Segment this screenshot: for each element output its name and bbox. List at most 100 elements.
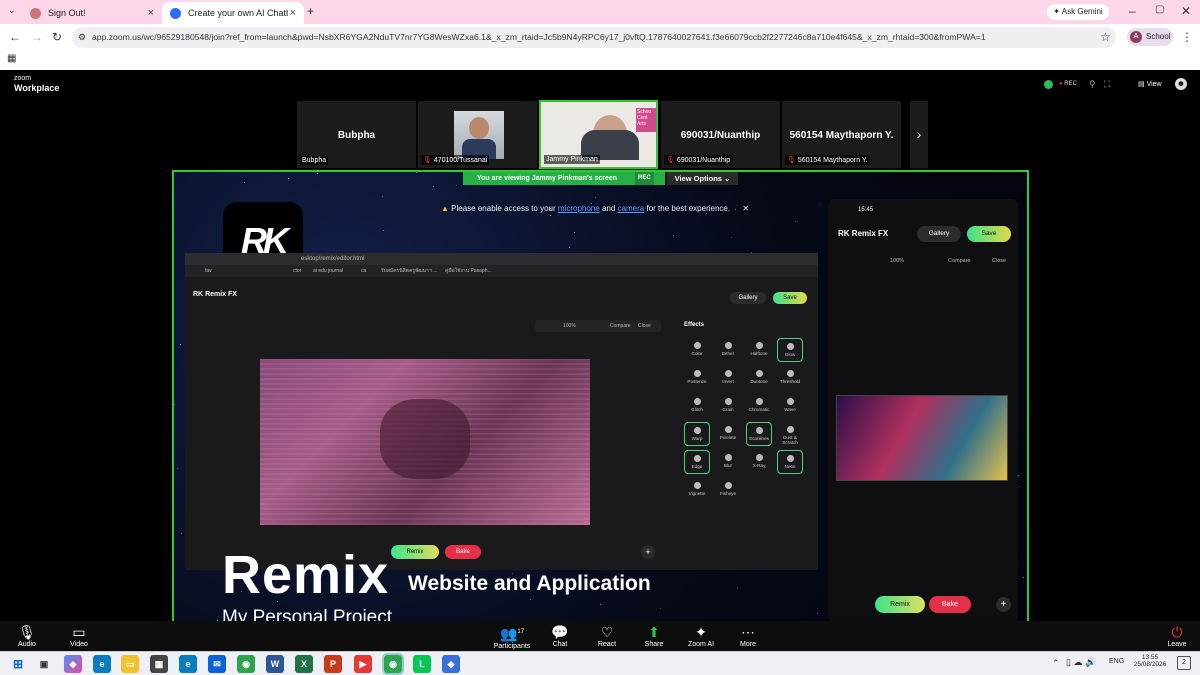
participant-tile[interactable]: 690031/Nuanthip 🎙 690031/Nuanthip [661, 101, 780, 168]
camera-link[interactable]: camera [618, 204, 645, 213]
participants-button[interactable]: 👥17 Participants [487, 624, 537, 650]
apps-grid-icon[interactable]: ▦ [7, 54, 16, 64]
bake-button[interactable]: Bake [445, 545, 481, 559]
signal-icon[interactable]: ⚲ [1089, 79, 1096, 90]
view-button[interactable]: ▤ View [1138, 80, 1162, 88]
maximize-icon[interactable]: ▢ [1155, 5, 1164, 15]
phone-bake-button[interactable]: Bake [929, 596, 971, 613]
effect-glow[interactable]: Glow [777, 338, 803, 362]
new-tab-icon[interactable]: + [307, 5, 314, 17]
user-avatar[interactable]: ☻ [1175, 78, 1187, 90]
powerpoint-icon[interactable]: P [324, 655, 342, 673]
chrome-icon[interactable]: ◉ [237, 655, 255, 673]
app-drop-icon[interactable]: ◆ [442, 655, 460, 673]
bookmark[interactable]: ai edu journal [313, 265, 343, 277]
next-page-chevron-icon[interactable]: › [910, 101, 928, 168]
url-input[interactable]: ⚙ app.zoom.us/wc/96529180548/join?ref_fr… [72, 27, 1116, 48]
back-icon[interactable]: ← [9, 31, 21, 43]
ask-gemini-button[interactable]: ✦ Ask Gemini [1047, 4, 1109, 20]
phone-add-icon[interactable]: + [996, 597, 1011, 612]
edge-icon[interactable]: e [93, 655, 111, 673]
word-icon[interactable]: W [266, 655, 284, 673]
remix-button[interactable]: Remix [391, 545, 439, 559]
effect-scanlines[interactable]: Scanlines [746, 422, 772, 446]
bookmark[interactable]: คู่มือใช้งาน Pasaph... [445, 265, 492, 277]
phone-save-button[interactable]: Save [967, 226, 1011, 242]
more-button[interactable]: ⋯ More [723, 624, 773, 648]
profile-button[interactable]: A School [1127, 28, 1173, 46]
participant-tile-active[interactable]: Schoo Cent Arts Jammy Pinkman [539, 100, 658, 169]
zoom-ai-button[interactable]: ✦ Zoom AI [676, 624, 726, 648]
view-options-button[interactable]: View Options ⌄ [667, 172, 738, 185]
minimize-icon[interactable]: – [1129, 5, 1136, 17]
participant-tile[interactable]: 🎙 470100/Tussanai [418, 101, 537, 168]
effect-vignette[interactable]: Vignette [684, 478, 710, 502]
phone-compare-button[interactable]: Compare [948, 258, 971, 264]
effect-invert[interactable]: Invert [715, 366, 741, 390]
add-icon[interactable]: + [641, 545, 655, 559]
tab-search-icon[interactable]: ⌄ [8, 6, 16, 15]
youtube-icon[interactable]: ▶ [354, 655, 372, 673]
phone-close-button[interactable]: Close [992, 258, 1006, 264]
effect-grain[interactable]: Grain [715, 394, 741, 418]
effect-halftone[interactable]: Halftone [746, 338, 772, 362]
gallery-button[interactable]: Gallery [730, 292, 766, 304]
copilot-icon[interactable]: ◆ [64, 655, 82, 673]
tab-create-chatbot[interactable]: Create your own AI Chatbo × [162, 2, 304, 24]
effect-x-ray[interactable]: X-Ray [746, 450, 772, 474]
clock[interactable]: 13:55 25/08/2026 [1130, 654, 1170, 668]
bookmark-star-icon[interactable]: ☆ [1100, 31, 1111, 43]
excel-icon[interactable]: X [295, 655, 313, 673]
mail-icon[interactable]: ✉ [208, 655, 226, 673]
fullscreen-icon[interactable]: ⛶ [1104, 79, 1110, 90]
phone-remix-button[interactable]: Remix [875, 596, 925, 613]
compare-button[interactable]: Compare [610, 320, 631, 332]
task-view-icon[interactable]: ▣ [35, 655, 53, 673]
audio-button[interactable]: 🎙 Audio [2, 624, 52, 648]
participant-tile[interactable]: Bubpha Bubpha [297, 101, 416, 168]
bookmark[interactable]: รับสมัครนิสิตครูพัฒนาฯ ... [381, 265, 437, 277]
effect-dust-scratch[interactable]: Dust & Scratch [777, 422, 803, 446]
editor-canvas-image[interactable] [260, 359, 590, 525]
shield-icon[interactable] [1044, 80, 1053, 89]
effect-warp[interactable]: Warp [684, 422, 710, 446]
video-button[interactable]: ▭ Video [54, 624, 104, 648]
effect-wave[interactable]: Wave [777, 394, 803, 418]
effect-edge[interactable]: Edge [684, 450, 710, 474]
save-button[interactable]: Save [773, 292, 807, 304]
phone-preview-image[interactable] [836, 395, 1008, 481]
phone-gallery-button[interactable]: Gallery [917, 226, 961, 242]
forward-icon[interactable]: → [31, 31, 43, 43]
close-window-icon[interactable]: ✕ [1181, 5, 1191, 17]
chevron-up-icon[interactable]: ⌃ [1052, 658, 1060, 669]
tab-sign-out[interactable]: Sign Out! × [22, 2, 162, 24]
ie-icon[interactable]: e [179, 655, 197, 673]
site-info-icon[interactable]: ⚙ [78, 27, 86, 48]
menu-kebab-icon[interactable]: ⋮ [1181, 31, 1193, 43]
microphone-link[interactable]: microphone [558, 204, 600, 213]
bookmark[interactable]: ca [361, 265, 366, 277]
close-tab-icon[interactable]: × [148, 7, 154, 19]
notification-badge[interactable]: 2 [1177, 656, 1191, 670]
effect-neon[interactable]: Neon [777, 450, 803, 474]
effect-posterize[interactable]: Posterize [684, 366, 710, 390]
effect-threshold[interactable]: Threshold [777, 366, 803, 390]
bookmark[interactable]: fav [205, 265, 212, 277]
leave-button[interactable]: ⏻ Leave [1152, 624, 1200, 648]
effect-blur[interactable]: Blur [715, 450, 741, 474]
chat-button[interactable]: 💬 Chat [535, 624, 585, 648]
windows-start-icon[interactable]: ⊞ [9, 655, 27, 673]
line-icon[interactable]: L [413, 655, 431, 673]
file-explorer-icon[interactable]: ▭ [121, 655, 139, 673]
effect-fisheye[interactable]: Fisheye [715, 478, 741, 502]
effect-color[interactable]: Color [684, 338, 710, 362]
effect-duotone[interactable]: Duotone [746, 366, 772, 390]
effect-pixelate[interactable]: Pixelate [715, 422, 741, 446]
tray-icons[interactable]: ▯ ☁ 🔊 [1066, 657, 1096, 668]
store-icon[interactable]: ▦ [150, 655, 168, 673]
effect-dither[interactable]: Dither [715, 338, 741, 362]
chrome-active-icon[interactable]: ◉ [382, 653, 404, 675]
reload-icon[interactable]: ↻ [52, 31, 62, 43]
language-indicator[interactable]: ENG [1109, 658, 1124, 665]
react-button[interactable]: ♡ React [582, 624, 632, 648]
